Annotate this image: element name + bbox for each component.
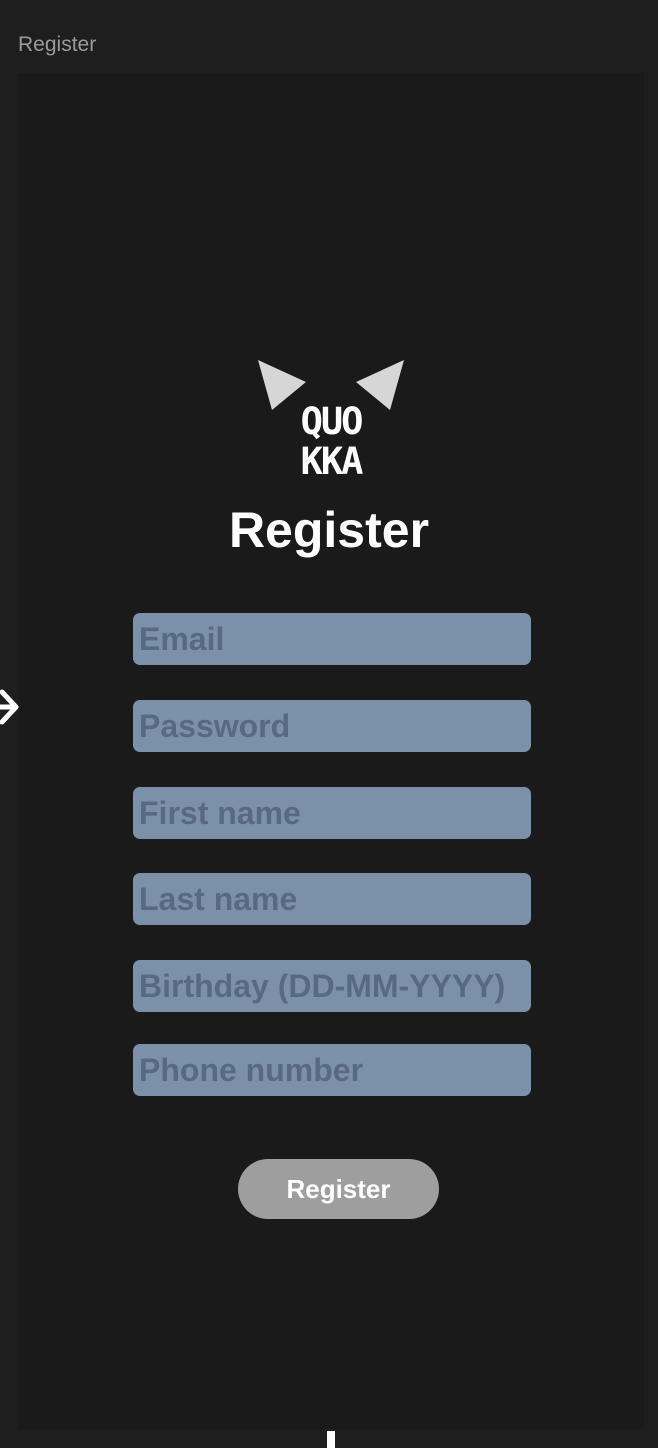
frame-label: Register [18,33,97,56]
prototype-connector[interactable] [327,1431,335,1448]
birthday-field[interactable] [133,960,531,1012]
logo-line-1: QUO [300,400,364,443]
quokka-logo: QUO KKA [258,360,404,494]
first-name-field[interactable] [133,787,531,839]
password-field[interactable] [133,700,531,752]
page-title: Register [228,502,430,558]
logo-wordmark: QUO KKA [258,402,404,482]
last-name-field[interactable] [133,873,531,925]
logo-line-2: KKA [300,440,364,483]
prototype-arrow-icon[interactable] [0,684,24,730]
phone-number-field[interactable] [133,1044,531,1096]
email-field[interactable] [133,613,531,665]
register-button[interactable]: Register [238,1159,439,1219]
